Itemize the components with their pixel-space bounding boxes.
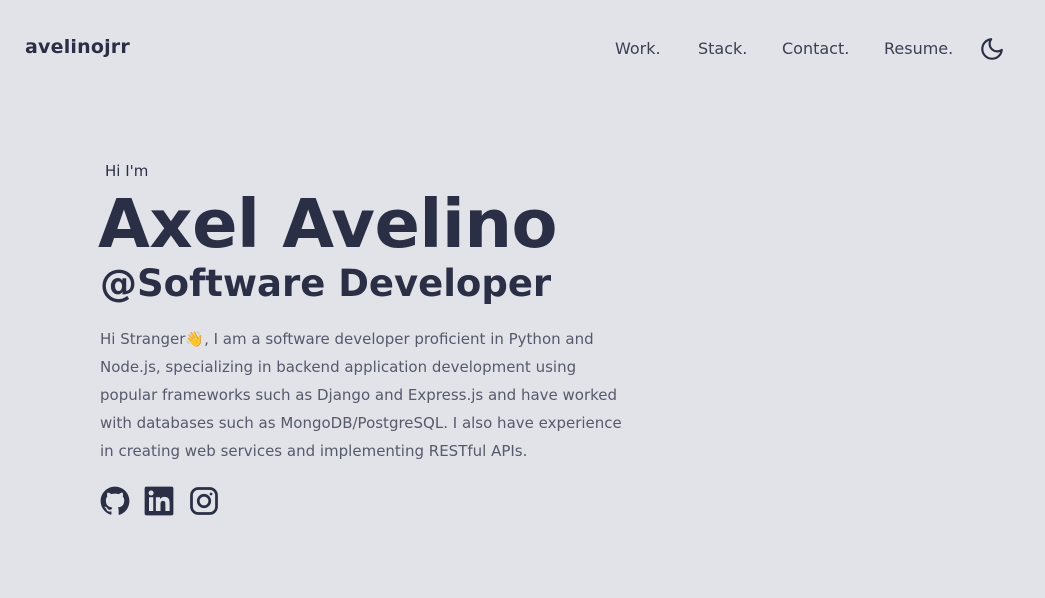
nav-link-work[interactable]: Work. — [615, 39, 661, 58]
hero-role: @Software Developer — [100, 262, 552, 305]
theme-toggle-button[interactable] — [979, 36, 1005, 62]
nav-link-resume[interactable]: Resume. — [884, 39, 953, 58]
github-link[interactable] — [100, 486, 130, 516]
hero-name: Axel Avelino — [98, 185, 558, 263]
instagram-link[interactable] — [189, 486, 219, 516]
instagram-icon — [190, 487, 218, 515]
moon-icon — [981, 38, 1003, 60]
hero-bio: Hi Stranger👋, I am a software developer … — [100, 330, 622, 460]
top-navbar: avelinojrr Work. Stack. Contact. Resume. — [0, 0, 1045, 98]
github-icon — [100, 486, 130, 515]
nav-link-contact[interactable]: Contact. — [782, 39, 849, 58]
linkedin-link[interactable] — [144, 486, 174, 516]
nav-link-stack[interactable]: Stack. — [698, 39, 747, 58]
linkedin-icon — [144, 486, 174, 516]
brand-logo[interactable]: avelinojrr — [25, 36, 130, 58]
hero-greeting: Hi I'm — [105, 162, 149, 180]
